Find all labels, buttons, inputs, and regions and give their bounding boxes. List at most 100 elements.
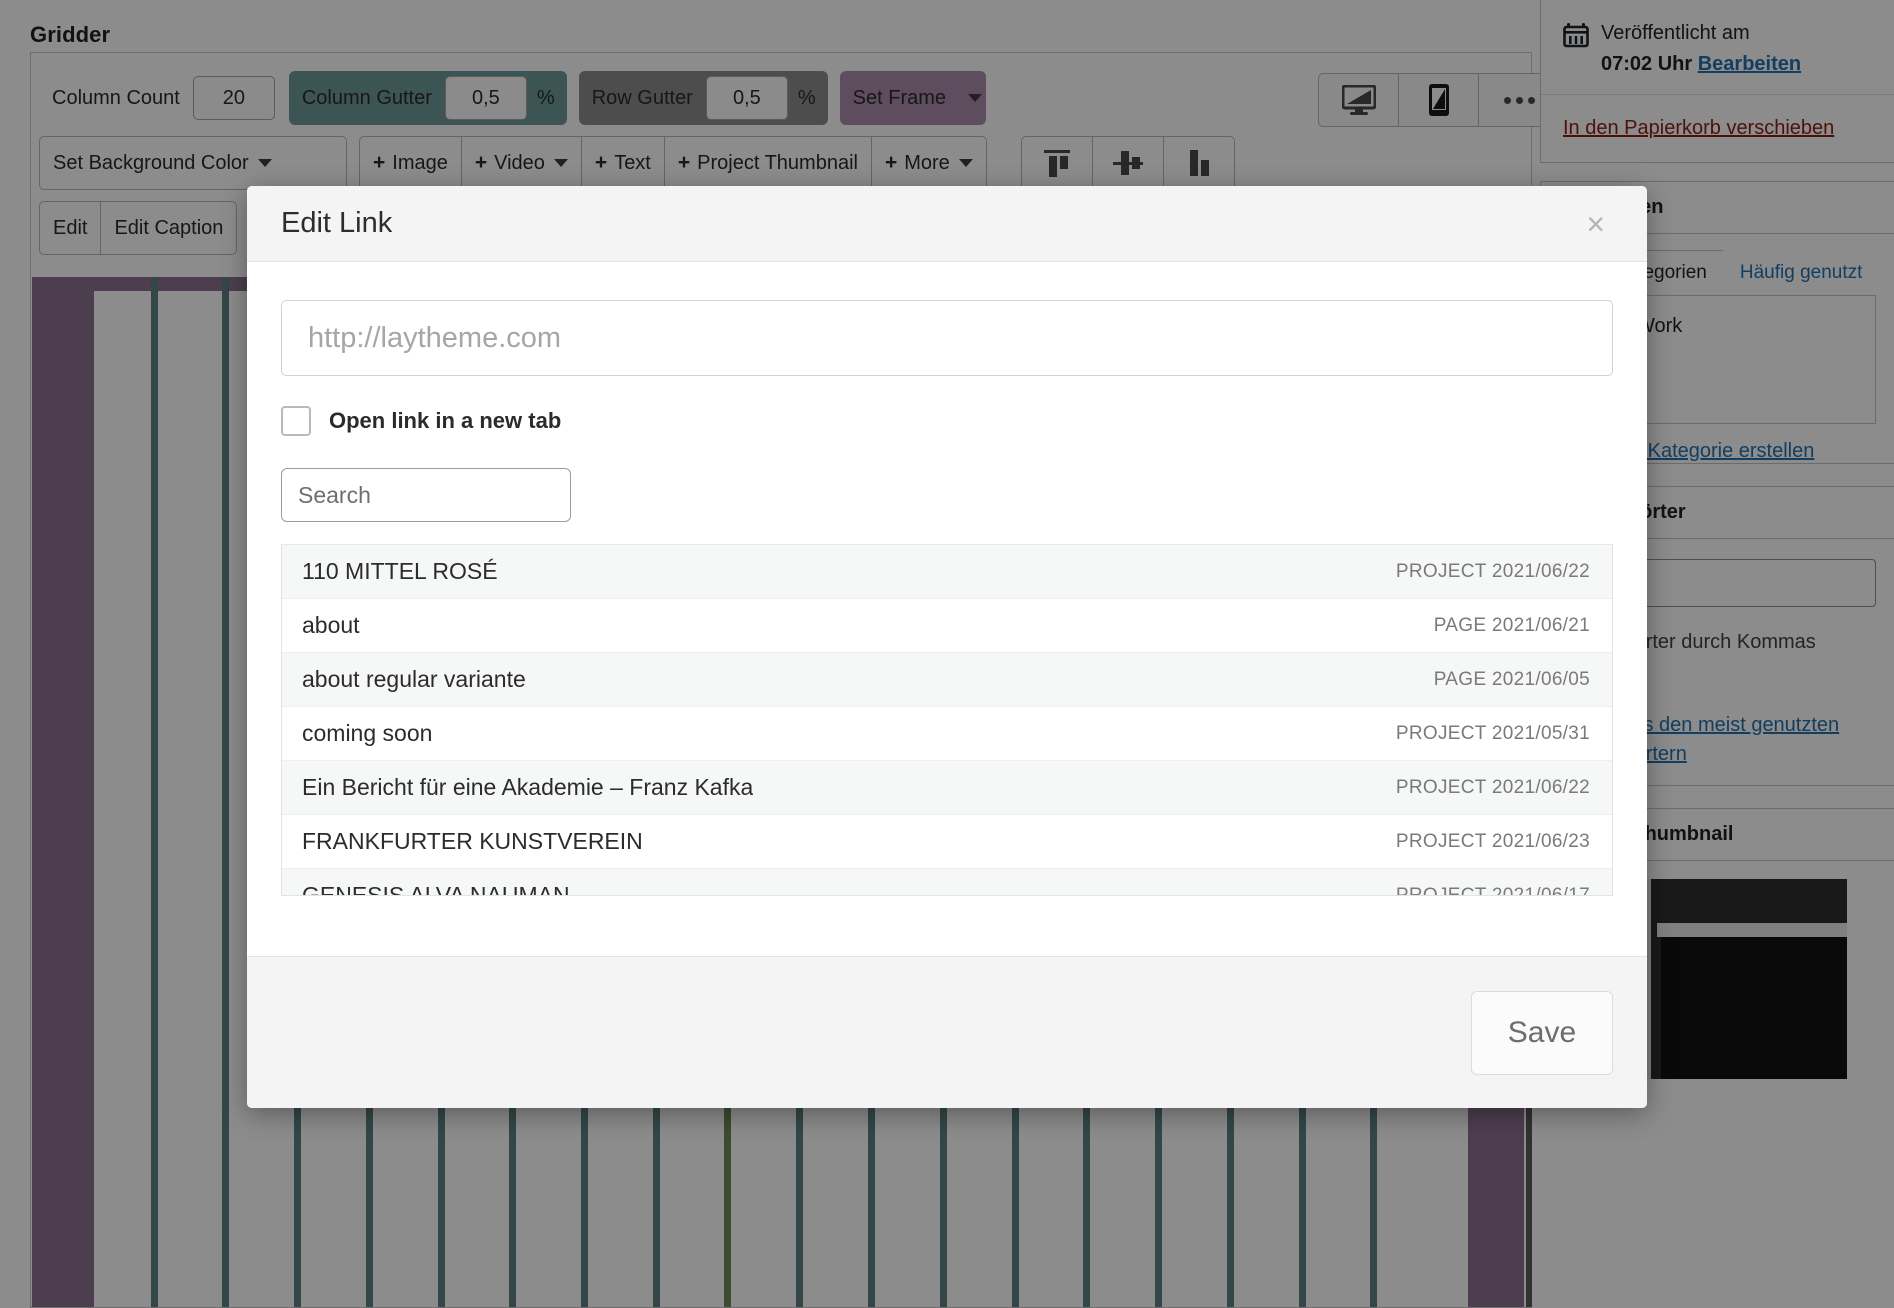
add-project-thumbnail-button[interactable]: + Project Thumbnail <box>665 137 872 189</box>
table-row[interactable]: about PAGE 2021/06/21 <box>282 599 1612 653</box>
chevron-down-icon <box>258 159 272 167</box>
view-mode-group <box>1318 73 1560 127</box>
vertical-align-group <box>1021 136 1235 190</box>
plus-icon: + <box>475 151 487 175</box>
mobile-view-icon[interactable] <box>1399 74 1479 126</box>
edit-label: Edit <box>53 217 87 240</box>
search-input[interactable] <box>281 468 571 522</box>
move-to-trash-link[interactable]: In den Papierkorb verschieben <box>1563 117 1834 139</box>
column-count-label: Column Count <box>39 71 193 125</box>
gridder-toolbar-row-1: Column Count 20 Column Gutter 0,5 % Row … <box>39 71 986 125</box>
screen-root: Gridder Column Count 20 Column Gutter 0,… <box>0 0 1894 1308</box>
add-project-thumbnail-label: Project Thumbnail <box>697 152 858 175</box>
result-meta: PROJECT 2021/06/22 <box>1396 777 1590 799</box>
row-gutter-input[interactable]: 0,5 <box>706 76 788 120</box>
link-results-list[interactable]: 110 MITTEL ROSÉ PROJECT 2021/06/22 about… <box>281 544 1613 896</box>
close-icon[interactable]: × <box>1578 204 1613 244</box>
grid-gutter-line <box>222 277 229 1307</box>
result-meta: PAGE 2021/06/05 <box>1434 669 1590 691</box>
result-title: Ein Bericht für eine Akademie – Franz Ka… <box>302 774 753 801</box>
add-image-button[interactable]: + Image <box>360 137 462 189</box>
open-new-tab-row[interactable]: Open link in a new tab <box>281 406 1613 436</box>
gridder-toolbar-row-3: Edit Edit Caption <box>39 201 249 255</box>
save-button[interactable]: Save <box>1471 991 1613 1075</box>
modal-header: Edit Link × <box>247 186 1647 262</box>
chevron-down-icon <box>959 159 973 167</box>
element-edit-group: Edit Edit Caption <box>39 201 237 255</box>
modal-title: Edit Link <box>281 207 392 240</box>
grid-gutter-line <box>151 277 158 1307</box>
edit-caption-button[interactable]: Edit Caption <box>101 202 236 254</box>
add-more-button[interactable]: + More <box>872 137 986 189</box>
publish-status-text: Veröffentlicht am 07:02 Uhr Bearbeiten <box>1601 18 1801 80</box>
edit-caption-label: Edit Caption <box>114 217 223 240</box>
edit-button[interactable]: Edit <box>40 202 101 254</box>
table-row[interactable]: coming soon PROJECT 2021/05/31 <box>282 707 1612 761</box>
add-video-label: Video <box>494 152 545 175</box>
publish-prefix: Veröffentlicht am <box>1601 22 1750 44</box>
add-element-group: + Image + Video + Text <box>359 136 987 190</box>
column-count-input[interactable]: 20 <box>193 76 275 120</box>
table-row[interactable]: Ein Bericht für eine Akademie – Franz Ka… <box>282 761 1612 815</box>
chevron-down-icon <box>968 94 982 102</box>
result-meta: PROJECT 2021/06/17 <box>1396 885 1590 897</box>
result-meta: PROJECT 2021/06/23 <box>1396 831 1590 853</box>
result-title: coming soon <box>302 720 432 747</box>
publish-panel: Veröffentlicht am 07:02 Uhr Bearbeiten I… <box>1540 0 1894 163</box>
result-title: about <box>302 612 360 639</box>
add-more-label: More <box>904 152 950 175</box>
page-title: Gridder <box>30 22 110 48</box>
plus-icon: + <box>678 151 690 175</box>
set-frame-button[interactable]: Set Frame <box>840 71 986 125</box>
set-background-color-button[interactable]: Set Background Color <box>39 136 347 190</box>
row-gutter-unit: % <box>788 71 828 125</box>
add-text-label: Text <box>614 152 651 175</box>
ellipsis-icon <box>1504 97 1535 104</box>
result-meta: PROJECT 2021/05/31 <box>1396 723 1590 745</box>
column-gutter-label: Column Gutter <box>289 71 445 125</box>
calendar-icon <box>1563 22 1589 58</box>
link-url-input[interactable] <box>281 300 1613 376</box>
align-top-icon[interactable] <box>1022 137 1093 189</box>
result-meta: PAGE 2021/06/21 <box>1434 615 1590 637</box>
checkbox-unchecked-icon[interactable] <box>281 406 311 436</box>
publish-time: 07:02 Uhr <box>1601 53 1692 75</box>
plus-icon: + <box>595 151 607 175</box>
result-title: 110 MITTEL ROSÉ <box>302 558 498 585</box>
column-gutter-input[interactable]: 0,5 <box>445 76 527 120</box>
modal-footer: Save <box>247 956 1647 1108</box>
result-meta: PROJECT 2021/06/22 <box>1396 561 1590 583</box>
edit-link-modal: Edit Link × Open link in a new tab 110 M… <box>247 186 1647 1108</box>
set-frame-label: Set Frame <box>840 71 959 125</box>
table-row[interactable]: 110 MITTEL ROSÉ PROJECT 2021/06/22 <box>282 545 1612 599</box>
table-row[interactable]: GENESIS ALVA NAUMAN PROJECT 2021/06/17 <box>282 869 1612 896</box>
plus-icon: + <box>885 151 897 175</box>
add-text-button[interactable]: + Text <box>582 137 665 189</box>
align-middle-icon[interactable] <box>1093 137 1164 189</box>
table-row[interactable]: FRANKFURTER KUNSTVEREIN PROJECT 2021/06/… <box>282 815 1612 869</box>
trash-row: In den Papierkorb verschieben <box>1541 95 1894 162</box>
row-gutter-label: Row Gutter <box>579 71 706 125</box>
column-gutter-control[interactable]: Column Gutter 0,5 % <box>289 71 567 125</box>
modal-body: Open link in a new tab 110 MITTEL ROSÉ P… <box>247 262 1647 956</box>
open-new-tab-label: Open link in a new tab <box>329 408 561 434</box>
desktop-view-icon[interactable] <box>1319 74 1399 126</box>
column-count-control[interactable]: Column Count 20 <box>39 71 275 125</box>
tab-most-used[interactable]: Häufig genutzt <box>1723 250 1880 295</box>
table-row[interactable]: about regular variante PAGE 2021/06/05 <box>282 653 1612 707</box>
align-bottom-icon[interactable] <box>1164 137 1234 189</box>
row-gutter-control[interactable]: Row Gutter 0,5 % <box>579 71 828 125</box>
publish-status-row: Veröffentlicht am 07:02 Uhr Bearbeiten <box>1541 0 1894 94</box>
result-title: about regular variante <box>302 666 526 693</box>
add-video-button[interactable]: + Video <box>462 137 582 189</box>
add-image-label: Image <box>392 152 448 175</box>
result-title: GENESIS ALVA NAUMAN <box>302 882 570 896</box>
result-title: FRANKFURTER KUNSTVEREIN <box>302 828 643 855</box>
chevron-down-icon <box>554 159 568 167</box>
gridder-toolbar-row-2: Set Background Color + Image + Video <box>39 136 1247 190</box>
grid-frame-band-left <box>32 277 94 1307</box>
column-gutter-unit: % <box>527 71 567 125</box>
publish-edit-link[interactable]: Bearbeiten <box>1698 53 1801 75</box>
set-background-color-label: Set Background Color <box>53 152 249 175</box>
plus-icon: + <box>373 151 385 175</box>
